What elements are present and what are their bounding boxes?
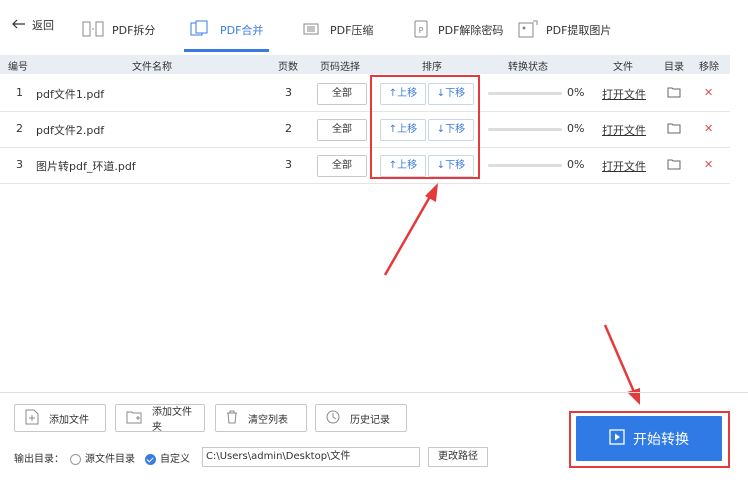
history-label: 历史记录 — [350, 414, 390, 426]
trash-icon — [226, 410, 238, 427]
output-label: 输出目录： — [14, 454, 64, 465]
output-directory-row: 输出目录： 源文件目录 自定义 — [14, 450, 190, 465]
source-dir-option[interactable]: 源文件目录 — [70, 450, 135, 465]
radio-checked-icon — [145, 453, 156, 465]
add-folder-button[interactable]: 添加文件夹 — [115, 404, 205, 433]
change-path-button[interactable]: 更改路径 — [428, 447, 488, 467]
output-path-field[interactable]: C:\Users\admin\Desktop\文件 — [202, 447, 420, 467]
add-file-label: 添加文件 — [49, 414, 89, 426]
clock-icon — [326, 410, 340, 427]
clear-list-label: 清空列表 — [248, 414, 288, 426]
add-folder-icon — [126, 410, 142, 427]
divider — [0, 392, 748, 393]
play-icon — [609, 428, 625, 449]
radio-icon — [70, 453, 81, 465]
clear-list-button[interactable]: 清空列表 — [215, 404, 307, 432]
add-file-icon — [25, 409, 39, 428]
start-convert-button[interactable]: 开始转换 — [576, 416, 722, 461]
start-label: 开始转换 — [633, 431, 689, 448]
custom-dir-option[interactable]: 自定义 — [145, 450, 190, 465]
source-dir-label: 源文件目录 — [85, 454, 135, 465]
add-file-button[interactable]: 添加文件 — [14, 404, 106, 432]
add-folder-label: 添加文件夹 — [152, 407, 192, 433]
custom-dir-label: 自定义 — [160, 454, 190, 465]
history-button[interactable]: 历史记录 — [315, 404, 407, 432]
